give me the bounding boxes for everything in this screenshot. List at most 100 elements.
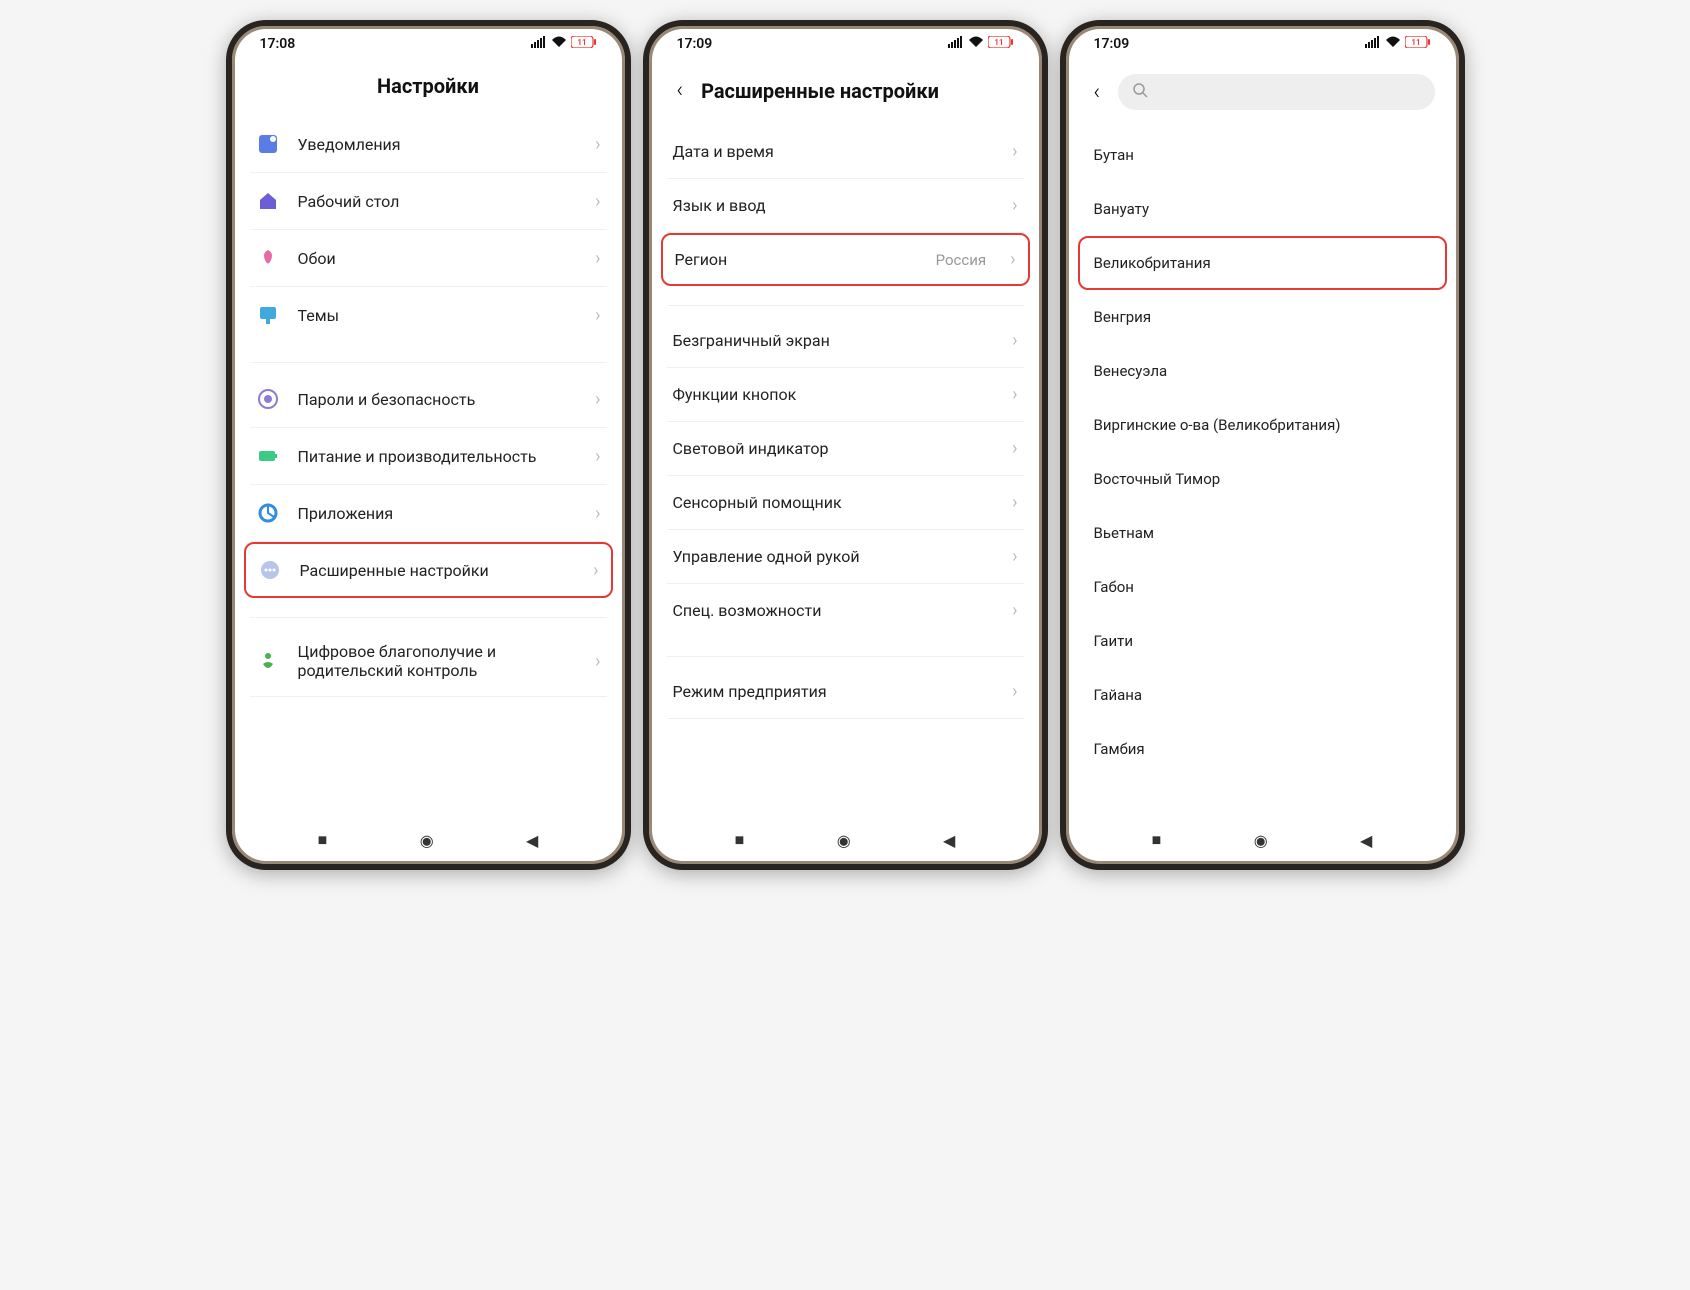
- back-button[interactable]: ◀: [518, 823, 546, 858]
- header: Настройки: [232, 62, 625, 116]
- settings-item-apps[interactable]: Приложения ›: [250, 485, 607, 542]
- region-label: Вьетнам: [1094, 524, 1155, 542]
- region-item[interactable]: Восточный Тимор: [1084, 452, 1441, 506]
- item-buttons[interactable]: Функции кнопок ›: [667, 368, 1024, 422]
- android-navbar: ■ ◉ ◀: [649, 816, 1042, 864]
- chevron-right-icon: ›: [1012, 438, 1017, 459]
- chevron-right-icon: ›: [595, 134, 600, 155]
- item-label: Темы: [298, 306, 578, 325]
- item-fullscreen[interactable]: Безграничный экран ›: [667, 314, 1024, 368]
- recents-button[interactable]: ■: [1144, 822, 1170, 858]
- item-label: Сенсорный помощник: [673, 493, 995, 512]
- signal-icon: [531, 36, 547, 52]
- item-quickball[interactable]: Сенсорный помощник ›: [667, 476, 1024, 530]
- region-item[interactable]: Гайана: [1084, 668, 1441, 722]
- advanced-list[interactable]: Дата и время › Язык и ввод › Регион Росс…: [649, 125, 1042, 816]
- settings-item-wellbeing[interactable]: Цифровое благополучие и родительский кон…: [250, 626, 607, 697]
- item-label: Расширенные настройки: [300, 561, 576, 580]
- clock: 17:08: [260, 36, 296, 52]
- region-item[interactable]: Вануату: [1084, 182, 1441, 236]
- settings-item-battery[interactable]: Питание и производительность ›: [250, 428, 607, 485]
- chevron-right-icon: ›: [1012, 681, 1017, 702]
- item-label: Функции кнопок: [673, 385, 995, 404]
- region-list[interactable]: Бутан Вануату Великобритания Венгрия Вен…: [1066, 128, 1459, 816]
- item-enterprise[interactable]: Режим предприятия ›: [667, 665, 1024, 719]
- region-label: Гаити: [1094, 632, 1133, 650]
- back-icon[interactable]: ‹: [1090, 76, 1105, 109]
- settings-list[interactable]: Уведомления › Рабочий стол › Обои › Темы…: [232, 116, 625, 816]
- svg-text:11: 11: [1411, 38, 1420, 47]
- region-item[interactable]: Венгрия: [1084, 290, 1441, 344]
- item-label: Безграничный экран: [673, 331, 995, 350]
- settings-item-notifications[interactable]: Уведомления ›: [250, 116, 607, 173]
- back-button[interactable]: ◀: [935, 823, 963, 858]
- region-item[interactable]: Гамбия: [1084, 722, 1441, 776]
- region-item[interactable]: Виргинские о-ва (Великобритания): [1084, 398, 1441, 452]
- region-label: Восточный Тимор: [1094, 470, 1221, 488]
- home-button[interactable]: ◉: [412, 823, 442, 858]
- item-datetime[interactable]: Дата и время ›: [667, 125, 1024, 179]
- region-label: Гайана: [1094, 686, 1143, 704]
- item-language[interactable]: Язык и ввод ›: [667, 179, 1024, 233]
- region-item[interactable]: Габон: [1084, 560, 1441, 614]
- item-label: Пароли и безопасность: [298, 390, 578, 409]
- item-onehand[interactable]: Управление одной рукой ›: [667, 530, 1024, 584]
- divider: [667, 286, 1024, 306]
- status-icons: 11: [1365, 36, 1431, 52]
- android-navbar: ■ ◉ ◀: [1066, 816, 1459, 864]
- item-label: Уведомления: [298, 135, 578, 154]
- chevron-right-icon: ›: [595, 191, 600, 212]
- phone-settings: 17:08 11 Настройки Уведомления › Рабочий…: [226, 20, 631, 870]
- chevron-right-icon: ›: [1012, 384, 1017, 405]
- svg-text:11: 11: [994, 38, 1003, 47]
- svg-text:11: 11: [577, 38, 586, 47]
- settings-item-desktop[interactable]: Рабочий стол ›: [250, 173, 607, 230]
- item-value: Россия: [936, 251, 987, 269]
- recents-button[interactable]: ■: [310, 822, 336, 858]
- advanced-icon: [258, 558, 282, 582]
- region-item[interactable]: Бутан: [1084, 128, 1441, 182]
- notification-icon: [256, 132, 280, 156]
- android-navbar: ■ ◉ ◀: [232, 816, 625, 864]
- home-button[interactable]: ◉: [829, 823, 859, 858]
- home-button[interactable]: ◉: [1246, 823, 1276, 858]
- divider: [667, 637, 1024, 657]
- divider: [250, 343, 607, 363]
- back-icon[interactable]: ‹: [673, 74, 688, 107]
- header: ‹ Расширенные настройки: [649, 62, 1042, 125]
- region-item-uk[interactable]: Великобритания: [1078, 236, 1447, 290]
- chevron-right-icon: ›: [595, 446, 600, 467]
- region-label: Вануату: [1094, 200, 1150, 218]
- search-input[interactable]: [1118, 74, 1434, 110]
- chevron-right-icon: ›: [1012, 141, 1017, 162]
- signal-icon: [948, 36, 964, 52]
- region-label: Венесуэла: [1094, 362, 1168, 380]
- status-icons: 11: [948, 36, 1014, 52]
- divider: [250, 598, 607, 618]
- statusbar: 17:08 11: [232, 26, 625, 62]
- region-item[interactable]: Гаити: [1084, 614, 1441, 668]
- chevron-right-icon: ›: [1010, 249, 1015, 270]
- settings-item-security[interactable]: Пароли и безопасность ›: [250, 371, 607, 428]
- region-label: Виргинские о-ва (Великобритания): [1094, 416, 1341, 434]
- region-item[interactable]: Вьетнам: [1084, 506, 1441, 560]
- item-label: Управление одной рукой: [673, 547, 995, 566]
- wifi-icon: [968, 36, 984, 52]
- region-item[interactable]: Венесуэла: [1084, 344, 1441, 398]
- item-label: Режим предприятия: [673, 682, 995, 701]
- recents-button[interactable]: ■: [727, 822, 753, 858]
- themes-icon: [256, 303, 280, 327]
- chevron-right-icon: ›: [595, 305, 600, 326]
- settings-item-wallpaper[interactable]: Обои ›: [250, 230, 607, 287]
- chevron-right-icon: ›: [1012, 492, 1017, 513]
- clock: 17:09: [1094, 36, 1130, 52]
- item-accessibility[interactable]: Спец. возможности ›: [667, 584, 1024, 637]
- battery-perf-icon: [256, 444, 280, 468]
- settings-item-advanced[interactable]: Расширенные настройки ›: [244, 542, 613, 598]
- back-button[interactable]: ◀: [1352, 823, 1380, 858]
- item-region[interactable]: Регион Россия ›: [661, 233, 1030, 286]
- battery-icon: 11: [1405, 36, 1431, 52]
- item-led[interactable]: Световой индикатор ›: [667, 422, 1024, 476]
- settings-item-themes[interactable]: Темы ›: [250, 287, 607, 343]
- apps-icon: [256, 501, 280, 525]
